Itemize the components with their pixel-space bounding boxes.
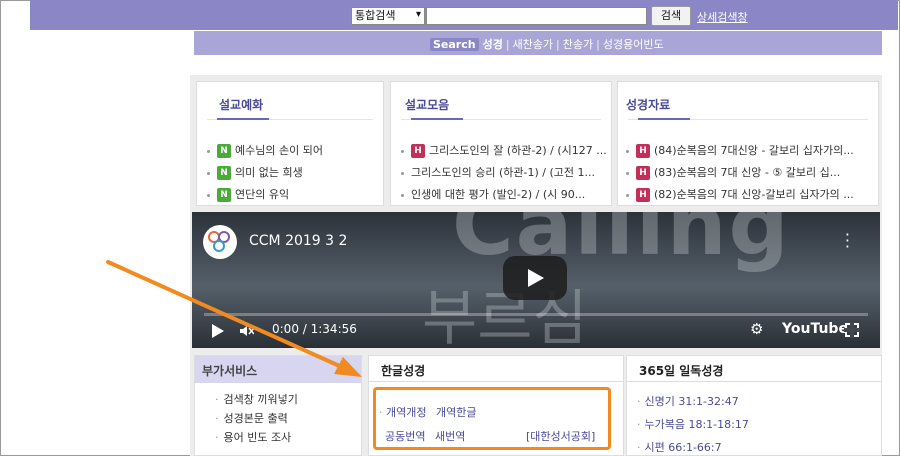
- list-item-text: (82)순복음의 7대 신앙-갈보리 십자가의 ...: [654, 188, 854, 201]
- list-item[interactable]: H 그리스도인의 잘 (하관-2) / (시127 ...: [401, 140, 607, 162]
- list-item[interactable]: 용어 빈도 조사: [215, 428, 298, 447]
- new-badge: N: [217, 166, 231, 180]
- search-tag: Search: [430, 38, 479, 51]
- panel-sermon-collection: 설교모음 H 그리스도인의 잘 (하관-2) / (시127 ... 그리스도인의…: [390, 81, 612, 206]
- list-item-text: 의미 없는 희생: [235, 166, 303, 179]
- top-search-bar: 통합검색 ▾ 검색 상세검색창: [30, 0, 898, 30]
- panel-extra-services: 부가서비스 검색창 끼워넣기 성경본문 출력 용어 빈도 조사: [194, 355, 362, 456]
- panel-daily-reading: 365일 일독성경 신명기 31:1-32:47 누가복음 18:1-18:17…: [626, 355, 882, 456]
- list-item-text: (83)순복음의 7대 신앙 - ⑤ 갈보리 십...: [654, 166, 841, 179]
- reading-link[interactable]: 시편 66:1-66:7: [637, 436, 749, 456]
- search-input[interactable]: [426, 7, 647, 25]
- panel-bible-resources: 성경자료 H (84)순복음의 7대신앙 - 갈보리 십자가의... H (83)순…: [617, 81, 879, 206]
- more-options-icon[interactable]: · · ·: [845, 227, 850, 255]
- category-term-frequency[interactable]: 성경용어빈도: [603, 38, 664, 51]
- reading-link[interactable]: 신명기 31:1-32:47: [637, 390, 749, 413]
- list-item[interactable]: H (84)순복음의 7대신앙 - 갈보리 십자가의...: [626, 140, 874, 162]
- list-item[interactable]: 성경본문 출력: [215, 409, 298, 428]
- hot-badge: H: [636, 188, 650, 202]
- category-hymn[interactable]: 찬송가: [563, 38, 593, 51]
- volume-muted-icon[interactable]: [240, 325, 254, 337]
- list-item[interactable]: H (82)순복음의 7대 신앙-갈보리 십자가의 ...: [626, 184, 874, 206]
- video-title[interactable]: CCM 2019 3 2: [249, 233, 347, 249]
- list-item-text: 인생에 대한 평가 (발인-2) / (시 90...: [411, 188, 586, 201]
- play-icon[interactable]: [212, 324, 224, 338]
- list-item[interactable]: 검색창 끼워넣기: [215, 390, 298, 409]
- list-item-text: 연단의 유익: [235, 188, 290, 201]
- hot-badge: H: [636, 144, 650, 158]
- search-button[interactable]: 검색: [651, 6, 691, 26]
- panel-title[interactable]: 설교모음: [405, 96, 449, 113]
- play-button[interactable]: [503, 256, 567, 300]
- list-item[interactable]: N 연단의 유익: [207, 184, 379, 206]
- new-badge: N: [217, 188, 231, 202]
- panel-title: 365일 일독성경: [639, 364, 724, 378]
- search-category-bar: Search 성경 | 새찬송가 | 찬송가 | 성경용어빈도: [194, 31, 882, 55]
- list-item-text: (84)순복음의 7대신앙 - 갈보리 십자가의...: [654, 144, 854, 157]
- list-item-text: 예수님의 손이 되어: [235, 144, 323, 157]
- list-item[interactable]: N 예수님의 손이 되어: [207, 140, 379, 162]
- reading-link[interactable]: 누가복음 18:1-18:17: [637, 413, 749, 436]
- new-badge: N: [217, 144, 231, 158]
- video-progress-bar[interactable]: [204, 313, 868, 316]
- list-item[interactable]: N 의미 없는 희생: [207, 162, 379, 184]
- gear-icon[interactable]: ⚙: [750, 320, 763, 338]
- list-item-text: 그리스도인의 잘 (하관-2) / (시127 ...: [429, 144, 607, 157]
- panel-title: 부가서비스: [202, 364, 258, 378]
- channel-logo-icon[interactable]: [203, 225, 237, 259]
- youtube-logo[interactable]: YouTube: [782, 321, 848, 337]
- advanced-search-link[interactable]: 상세검색창: [697, 9, 748, 25]
- list-item[interactable]: 인생에 대한 평가 (발인-2) / (시 90...: [401, 184, 607, 206]
- panel-title[interactable]: 설교예화: [219, 96, 263, 113]
- list-item-text: 그리스도인의 승리 (하관-1) / (고전 1...: [411, 166, 595, 179]
- chevron-down-icon: ▾: [415, 9, 421, 20]
- panel-sermon-illustrations: 설교예화 N 예수님의 손이 되어 N 의미 없는 희생 N 연단의 유익: [196, 81, 384, 206]
- category-bible[interactable]: 성경: [483, 38, 503, 51]
- list-item[interactable]: 그리스도인의 승리 (하관-1) / (고전 1...: [401, 162, 607, 184]
- list-item[interactable]: H (83)순복음의 7대 신앙 - ⑤ 갈보리 십...: [626, 162, 874, 184]
- highlight-box: [373, 387, 611, 450]
- embedded-video-player[interactable]: Calling 부르심 CCM 2019 3 2 · · · 0:00 / 1:34…: [192, 212, 880, 348]
- search-scope-value: 통합검색: [355, 9, 396, 22]
- panel-title: 한글성경: [381, 364, 426, 378]
- fullscreen-icon[interactable]: [844, 322, 860, 338]
- video-time: 0:00 / 1:34:56: [272, 322, 357, 336]
- panel-title[interactable]: 성경자료: [626, 96, 670, 113]
- hot-badge: H: [411, 144, 425, 158]
- hot-badge: H: [636, 166, 650, 180]
- category-new-hymn[interactable]: 새찬송가: [513, 38, 553, 51]
- search-scope-select[interactable]: 통합검색 ▾: [351, 7, 425, 25]
